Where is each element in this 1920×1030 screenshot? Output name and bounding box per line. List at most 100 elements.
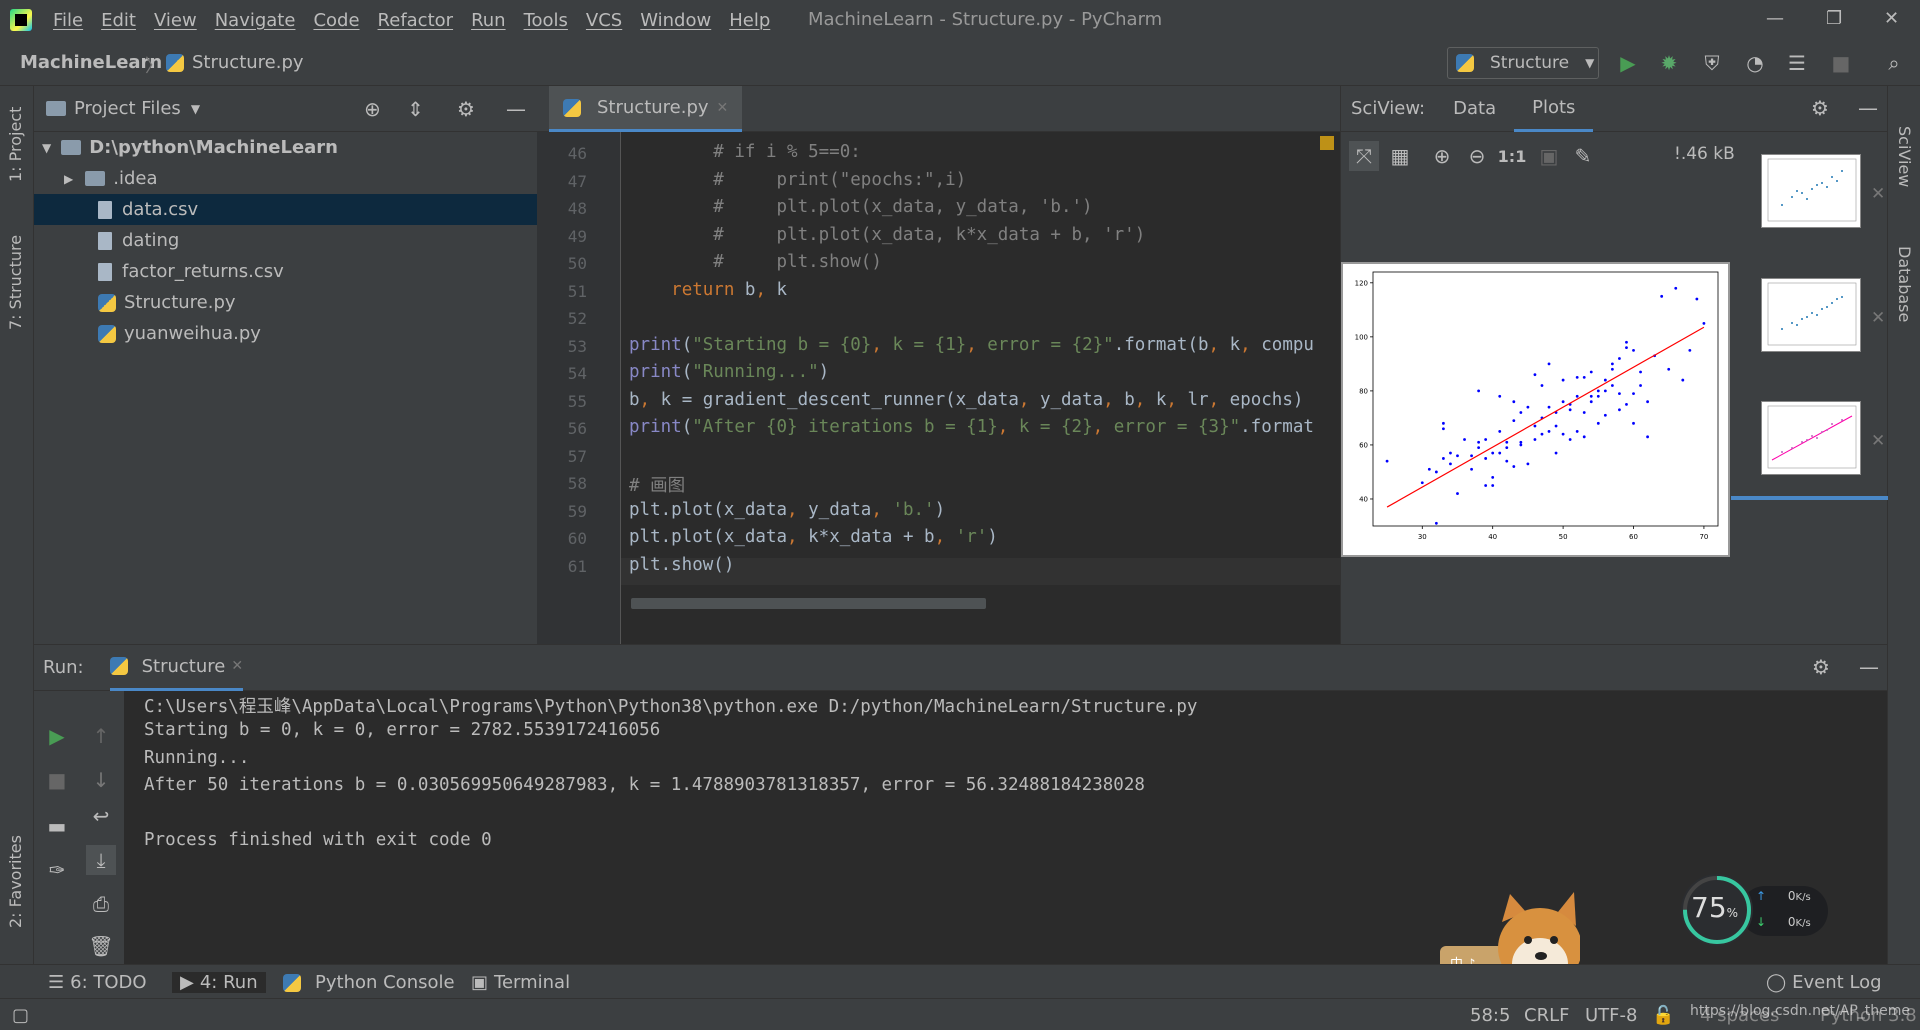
menu-refactor[interactable]: Refactor — [369, 10, 463, 31]
project-view-selector[interactable]: Project Files — [74, 98, 181, 119]
tab-data[interactable]: Data — [1435, 86, 1514, 132]
tab-todo[interactable]: ☰ 6: TODO — [48, 972, 147, 993]
hide-icon[interactable]: — — [506, 97, 526, 121]
tool-window-database[interactable]: Database — [1895, 246, 1914, 322]
inspection-status-icon[interactable] — [1320, 136, 1334, 150]
console-line: After 50 iterations b = 0.03056995064928… — [144, 775, 1145, 795]
restore-icon[interactable]: ❐ — [1826, 8, 1842, 29]
tree-item-factor-returns[interactable]: factor_returns.csv — [34, 256, 537, 287]
tool-windows-icon[interactable]: ▢ — [12, 1005, 29, 1026]
tree-root[interactable]: ▼ D:\python\MachineLearn — [34, 132, 537, 163]
run-tab-structure[interactable]: Structure ✕ — [109, 645, 244, 691]
scroll-up-icon[interactable]: ↑ — [86, 721, 116, 751]
plot-thumbnail-1[interactable] — [1761, 154, 1861, 228]
menu-help[interactable]: Help — [720, 10, 779, 31]
line-separator[interactable]: CRLF — [1524, 1005, 1569, 1026]
code-editor: Structure.py ✕ # if i % 5==0: # print("e… — [537, 86, 1340, 644]
gear-icon[interactable]: ⚙ — [1812, 655, 1830, 679]
plot-thumbnail-3[interactable] — [1761, 401, 1861, 475]
hide-icon[interactable]: — — [1859, 655, 1879, 679]
search-icon[interactable]: ⌕ — [1880, 49, 1908, 77]
tab-terminal[interactable]: ▣ Terminal — [471, 972, 570, 993]
scroll-to-end-icon[interactable]: ⤓ — [86, 845, 116, 875]
close-tab-icon[interactable]: ✕ — [231, 658, 243, 674]
event-log-button[interactable]: ◯ Event Log — [1766, 972, 1882, 993]
menu-window[interactable]: Window — [631, 10, 720, 31]
close-thumbnail-icon[interactable]: ✕ — [1871, 308, 1885, 328]
tab-python-console[interactable]: Python Console — [283, 972, 455, 993]
line-number: 54 — [567, 364, 587, 383]
gear-icon[interactable]: ⚙ — [457, 97, 475, 121]
menu-edit[interactable]: Edit — [92, 10, 145, 31]
tab-plots[interactable]: Plots — [1514, 86, 1594, 132]
profile-icon[interactable]: ◔ — [1741, 49, 1769, 77]
close-thumbnail-icon[interactable]: ✕ — [1871, 431, 1885, 451]
menu-view[interactable]: View — [145, 10, 206, 31]
trash-icon[interactable]: 🗑 — [86, 931, 116, 961]
editor-tab-structure[interactable]: Structure.py ✕ — [549, 86, 743, 132]
menu-file[interactable]: File — [44, 10, 92, 31]
line-number: 57 — [567, 446, 587, 466]
plot-thumbnail-2[interactable] — [1761, 278, 1861, 352]
rerun-icon[interactable]: ▶ — [42, 721, 72, 751]
soft-wrap-icon[interactable]: ↩ — [86, 801, 116, 831]
run-configuration-select[interactable]: Structure ▼ — [1447, 47, 1599, 79]
locate-icon[interactable]: ⊕ — [364, 97, 381, 121]
plot-preview[interactable]: 30 40 50 60 70 40 60 80 100 120 — [1341, 262, 1730, 557]
tree-item-dating[interactable]: dating — [34, 225, 537, 256]
gear-icon[interactable]: ⚙ — [1811, 96, 1829, 120]
data-point — [1491, 475, 1495, 479]
line-number: 60 — [567, 529, 587, 548]
chevron-down-icon[interactable]: ▼ — [191, 102, 200, 116]
print-icon[interactable]: ⎙ — [86, 889, 116, 919]
concurrency-icon[interactable]: ☰ — [1783, 49, 1811, 77]
grid-icon[interactable]: ▦ — [1385, 141, 1415, 171]
color-picker-icon[interactable]: ✎ — [1568, 141, 1598, 171]
pin-icon[interactable]: ✑ — [42, 855, 72, 885]
run-icon[interactable]: ▶ — [1614, 49, 1642, 77]
tool-window-favorites[interactable]: 2: Favorites — [6, 835, 25, 928]
collapse-all-icon[interactable]: ⇕ — [407, 97, 424, 121]
coverage-icon[interactable]: ⛨ — [1698, 49, 1726, 77]
scroll-down-icon[interactable]: ↓ — [86, 765, 116, 795]
actual-size-button[interactable]: 1:1 — [1497, 141, 1527, 171]
network-monitor-widget[interactable]: 75% ↑ 0K/s ↓ 0K/s — [1680, 873, 1830, 947]
background-icon[interactable]: ▣ — [1534, 141, 1564, 171]
tab-run[interactable]: ▶ 4: Run — [172, 972, 266, 993]
stop-icon[interactable]: ■ — [1827, 49, 1855, 77]
close-tab-icon[interactable]: ✕ — [717, 100, 729, 116]
tree-item-structure-py[interactable]: Structure.py — [34, 287, 537, 318]
caret-position[interactable]: 58:5 — [1470, 1005, 1510, 1026]
tree-item-yuanweihua-py[interactable]: yuanweihua.py — [34, 318, 537, 349]
tool-window-structure[interactable]: 7: Structure — [6, 235, 25, 330]
menu-vcs[interactable]: VCS — [577, 10, 631, 31]
data-point — [1547, 430, 1551, 433]
fit-zoom-icon[interactable]: ⤧ — [1349, 141, 1379, 171]
zoom-out-icon[interactable]: ⊖ — [1462, 141, 1492, 171]
layout-icon[interactable]: ▬ — [42, 811, 72, 841]
menu-navigate[interactable]: Navigate — [206, 10, 305, 31]
zoom-in-icon[interactable]: ⊕ — [1427, 141, 1457, 171]
tool-window-sciview[interactable]: SciView — [1895, 126, 1914, 187]
menu-code[interactable]: Code — [304, 10, 368, 31]
horizontal-scrollbar[interactable] — [631, 598, 986, 609]
menu-tools[interactable]: Tools — [515, 10, 577, 31]
close-window-icon[interactable]: ✕ — [1884, 8, 1899, 29]
data-point — [1603, 378, 1607, 382]
stop-icon[interactable]: ■ — [42, 765, 72, 795]
data-point — [1498, 430, 1502, 433]
tool-window-project[interactable]: 1: Project — [6, 107, 25, 182]
hide-icon[interactable]: — — [1858, 96, 1878, 120]
debug-icon[interactable]: ✹ — [1655, 49, 1683, 77]
minimize-icon[interactable]: — — [1766, 8, 1784, 29]
close-thumbnail-icon[interactable]: ✕ — [1871, 184, 1885, 204]
tree-item-idea[interactable]: ▶ .idea — [34, 163, 537, 194]
lock-icon[interactable]: 🔓 — [1652, 1005, 1674, 1026]
breadcrumb-file[interactable]: Structure.py — [166, 52, 304, 73]
tree-item-data-csv[interactable]: data.csv — [34, 194, 537, 225]
menu-run[interactable]: Run — [462, 10, 515, 31]
breadcrumb-project[interactable]: MachineLearn — [20, 52, 162, 73]
data-point — [1470, 454, 1473, 458]
file-encoding[interactable]: UTF-8 — [1585, 1005, 1637, 1026]
data-point — [1554, 424, 1558, 428]
